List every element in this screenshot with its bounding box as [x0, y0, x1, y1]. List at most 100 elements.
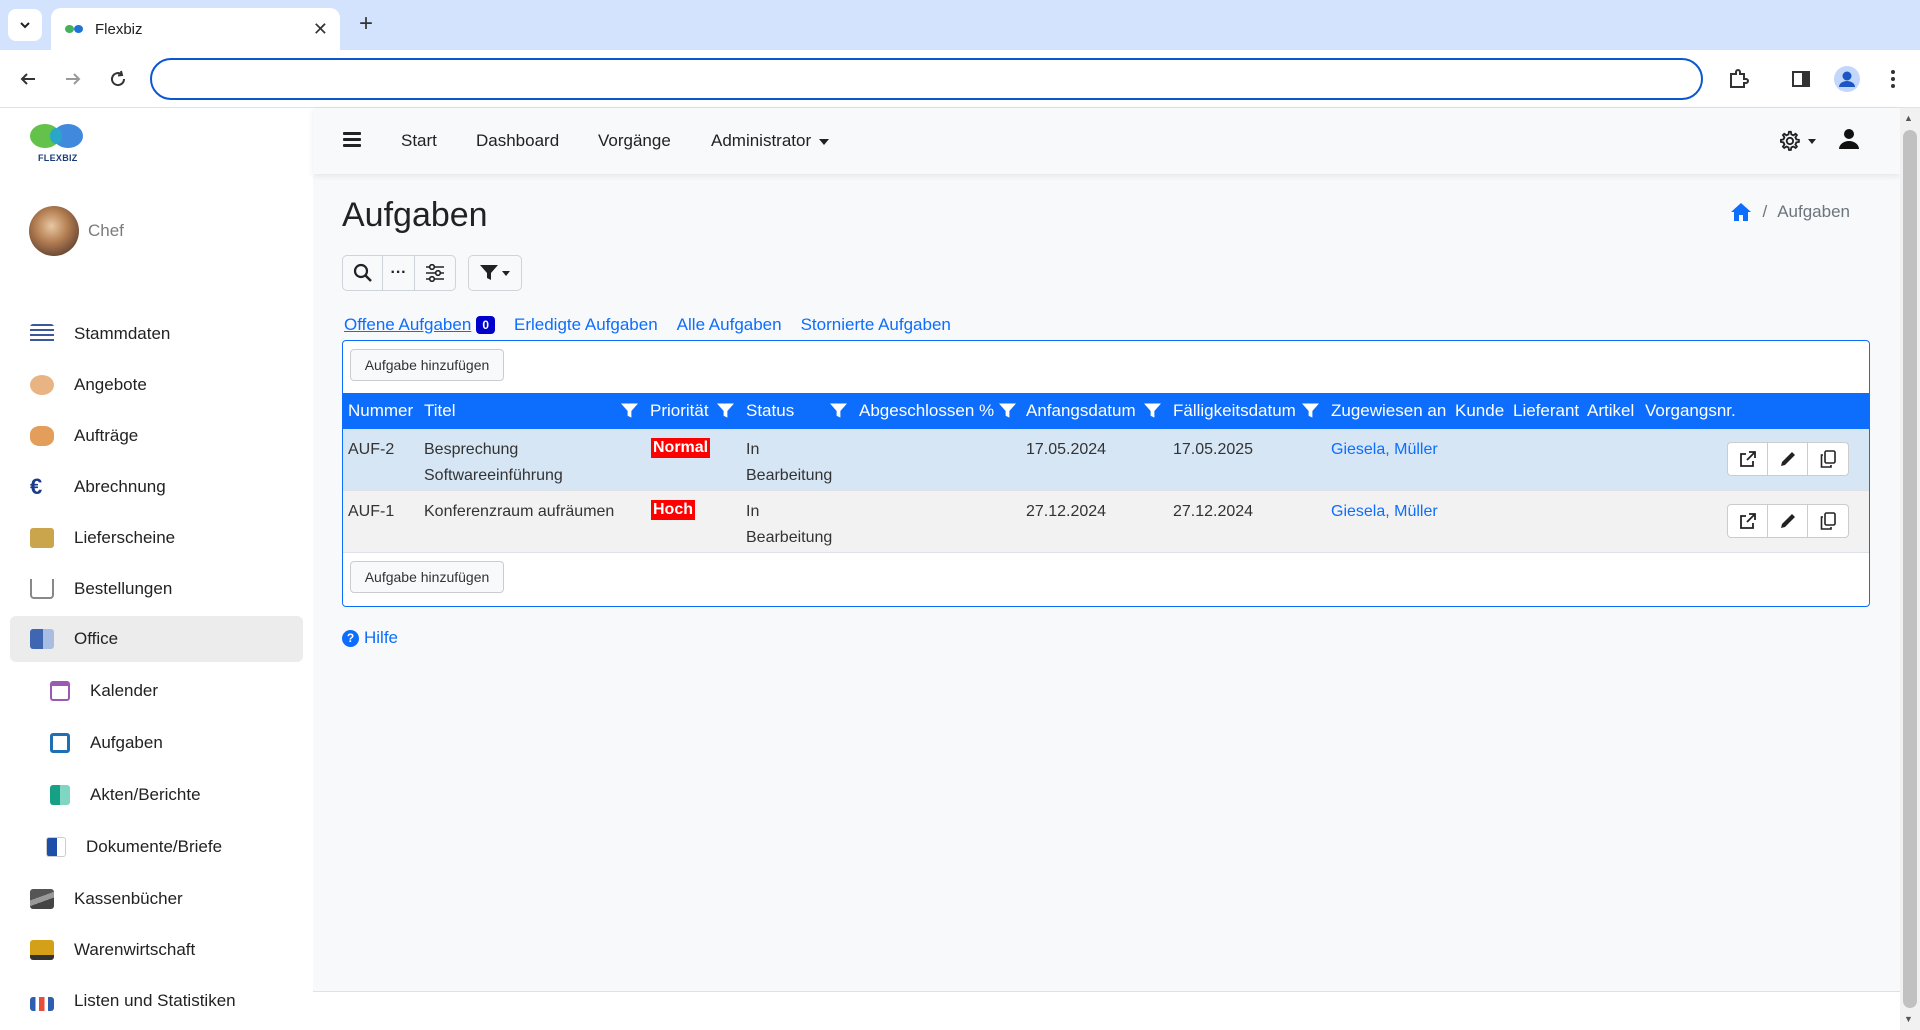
- assigned-user-link[interactable]: Giesela, Müller: [1331, 437, 1438, 463]
- sidebar-item-akten-berichte[interactable]: Akten/Berichte: [10, 769, 303, 821]
- filter-dropdown-button[interactable]: [468, 255, 522, 291]
- tab-offene-aufgaben[interactable]: Offene Aufgaben: [344, 315, 471, 335]
- add-task-button-top[interactable]: Aufgabe hinzufügen: [350, 349, 504, 381]
- scroll-up-arrow-icon[interactable]: ▲: [1904, 113, 1913, 123]
- sidebar-item-warenwirtschaft[interactable]: Warenwirtschaft: [10, 924, 303, 975]
- reload-button[interactable]: [103, 64, 133, 94]
- filter-icon[interactable]: [717, 403, 734, 419]
- table-row[interactable]: AUF-1 Konferenzraum aufräumen Hoch In Be…: [343, 491, 1869, 553]
- cell-status-line2: Bearbeitung: [746, 467, 833, 484]
- forward-button[interactable]: [58, 64, 88, 94]
- column-header-titel[interactable]: Titel: [424, 401, 456, 421]
- sidebar-item-office[interactable]: Office: [10, 616, 303, 662]
- sidebar-item-dokumente-briefe[interactable]: Dokumente/Briefe: [10, 821, 303, 873]
- extensions-button[interactable]: [1723, 64, 1753, 94]
- tab-alle-aufgaben[interactable]: Alle Aufgaben: [677, 315, 782, 335]
- sidebar-item-lieferscheine[interactable]: Lieferscheine: [10, 512, 303, 563]
- flexbiz-favicon-icon: [65, 24, 85, 34]
- column-header-abgeschlossen[interactable]: Abgeschlossen %: [859, 401, 994, 421]
- profile-button[interactable]: [1832, 64, 1862, 94]
- tab-list-button[interactable]: [8, 9, 42, 41]
- help-link[interactable]: ? Hilfe: [342, 628, 398, 648]
- puzzle-icon: [1730, 69, 1749, 88]
- address-bar[interactable]: [150, 58, 1703, 100]
- nav-administrator[interactable]: Administrator: [711, 131, 830, 151]
- user-profile[interactable]: Chef: [29, 206, 124, 256]
- sidebar-item-kalender[interactable]: Kalender: [10, 665, 303, 717]
- table-row[interactable]: AUF-2 Besprechung Softwareeinführung Nor…: [343, 429, 1869, 491]
- settings-sliders-button[interactable]: [415, 256, 455, 290]
- footer-area: [313, 991, 1900, 1030]
- user-icon[interactable]: [1838, 128, 1860, 150]
- tab-stornierte-aufgaben[interactable]: Stornierte Aufgaben: [801, 315, 951, 335]
- sidebar-item-bestellungen[interactable]: Bestellungen: [10, 563, 303, 614]
- column-header-kunde[interactable]: Kunde: [1455, 401, 1504, 421]
- sidebar-item-angebote[interactable]: Angebote: [10, 359, 303, 410]
- scrollbar-thumb[interactable]: [1903, 130, 1917, 1008]
- sidebar-item-label: Abrechnung: [74, 476, 166, 496]
- copy-button[interactable]: [1808, 443, 1848, 475]
- more-options-button[interactable]: ···: [383, 256, 415, 290]
- column-header-faelligkeitsdatum[interactable]: Fälligkeitsdatum: [1173, 401, 1296, 421]
- top-navbar: Start Dashboard Vorgänge Administrator: [313, 108, 1900, 174]
- caret-down-icon: [502, 270, 510, 276]
- browser-tab[interactable]: Flexbiz ✕: [51, 8, 340, 50]
- sidebar-item-listen-statistiken[interactable]: Listen und Statistiken: [10, 975, 303, 1026]
- nav-vorgaenge[interactable]: Vorgänge: [598, 131, 671, 151]
- column-header-vorgangsnr[interactable]: Vorgangsnr.: [1645, 401, 1736, 421]
- sidebar-item-auftraege[interactable]: Aufträge: [10, 410, 303, 461]
- sidebar-item-aufgaben[interactable]: Aufgaben: [10, 717, 303, 769]
- edit-button[interactable]: [1768, 443, 1808, 475]
- flexbiz-logo[interactable]: FLEXBIZ: [28, 122, 88, 166]
- search-button[interactable]: [343, 256, 383, 290]
- sidebar-item-label: Office: [74, 629, 119, 648]
- open-button[interactable]: [1728, 505, 1768, 537]
- open-count-badge: 0: [476, 316, 495, 334]
- open-button[interactable]: [1728, 443, 1768, 475]
- column-header-anfangsdatum[interactable]: Anfangsdatum: [1026, 401, 1136, 421]
- column-header-prioritaet[interactable]: Priorität: [650, 401, 709, 421]
- search-icon: [353, 263, 372, 282]
- tab-erledigte-aufgaben[interactable]: Erledigte Aufgaben: [514, 315, 658, 335]
- tasks-table-card: Aufgabe hinzufügen Nummer Titel Prioritä…: [342, 340, 1870, 607]
- cell-titel: Besprechung Softwareeinführung: [424, 437, 563, 489]
- cell-faelligkeitsdatum: 27.12.2024: [1173, 503, 1254, 520]
- cell-nummer: AUF-1: [348, 503, 395, 520]
- priority-badge: Hoch: [651, 500, 695, 520]
- column-header-nummer[interactable]: Nummer: [348, 401, 413, 421]
- filter-icon[interactable]: [830, 403, 847, 419]
- sidepanel-button[interactable]: [1786, 64, 1816, 94]
- sidebar-item-label: Stammdaten: [74, 323, 171, 343]
- home-icon[interactable]: [1730, 202, 1752, 222]
- forklift-icon: [30, 939, 54, 960]
- column-header-lieferant[interactable]: Lieferant: [1513, 401, 1579, 421]
- filter-icon[interactable]: [999, 403, 1016, 419]
- sidebar-item-label: Kassenbücher: [74, 888, 183, 908]
- filter-icon[interactable]: [1144, 403, 1161, 419]
- browser-menu-button[interactable]: [1878, 64, 1908, 94]
- new-tab-button[interactable]: +: [352, 10, 380, 38]
- cart-icon: [30, 578, 54, 599]
- cell-anfangsdatum: 17.05.2024: [1026, 441, 1107, 458]
- copy-icon: [1820, 512, 1836, 530]
- filter-icon[interactable]: [1302, 403, 1319, 419]
- nav-start[interactable]: Start: [401, 131, 437, 151]
- sliders-icon: [426, 264, 444, 282]
- add-task-button-bottom[interactable]: Aufgabe hinzufügen: [350, 561, 504, 593]
- copy-button[interactable]: [1808, 505, 1848, 537]
- tab-close-button[interactable]: ✕: [313, 19, 328, 39]
- hamburger-menu-icon[interactable]: [343, 132, 361, 148]
- column-header-artikel[interactable]: Artikel: [1587, 401, 1634, 421]
- column-header-status[interactable]: Status: [746, 401, 794, 421]
- filter-icon[interactable]: [621, 403, 638, 419]
- sidebar-item-abrechnung[interactable]: € Abrechnung: [10, 461, 303, 512]
- back-button[interactable]: [13, 64, 43, 94]
- calendar-icon: [50, 681, 70, 701]
- edit-button[interactable]: [1768, 505, 1808, 537]
- column-header-zugewiesen[interactable]: Zugewiesen an: [1331, 401, 1446, 421]
- scroll-down-arrow-icon[interactable]: ▼: [1904, 1014, 1913, 1024]
- sidebar-item-kassenbuecher[interactable]: Kassenbücher: [10, 873, 303, 924]
- assigned-user-link[interactable]: Giesela, Müller: [1331, 499, 1438, 525]
- nav-dashboard[interactable]: Dashboard: [476, 131, 559, 151]
- sidebar-item-stammdaten[interactable]: Stammdaten: [10, 308, 303, 359]
